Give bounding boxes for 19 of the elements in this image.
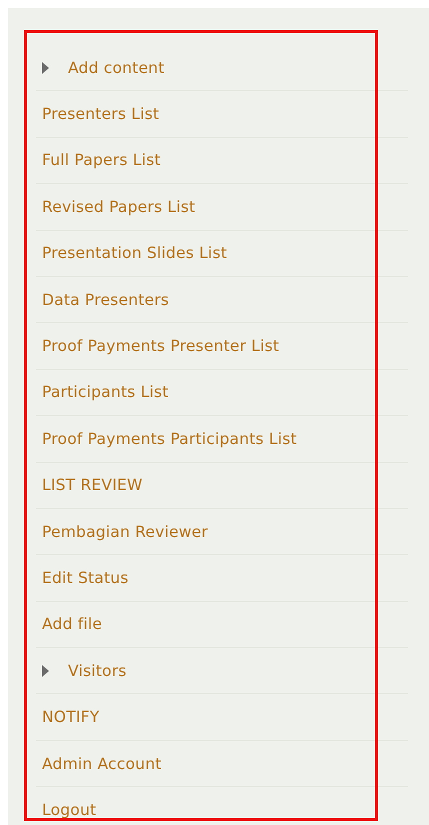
- menu-link[interactable]: Edit Status: [42, 568, 129, 587]
- menu-link[interactable]: NOTIFY: [42, 708, 100, 726]
- menu-link[interactable]: Pembagian Reviewer: [42, 522, 208, 541]
- caret-icon[interactable]: [42, 62, 50, 74]
- menu-link[interactable]: Proof Payments Presenter List: [42, 337, 280, 356]
- menu-link[interactable]: Data Presenters: [42, 290, 170, 309]
- menu-link[interactable]: Presentation Slides List: [42, 244, 227, 262]
- menu-link[interactable]: Participants List: [42, 383, 168, 402]
- menu-link[interactable]: Logout: [42, 800, 96, 819]
- menu-link[interactable]: Proof Payments Participants List: [42, 430, 297, 448]
- menu-link[interactable]: Revised Papers List: [42, 198, 196, 216]
- menu-link[interactable]: Admin Account: [42, 754, 162, 773]
- menu-link[interactable]: Presenters List: [42, 105, 160, 124]
- menu-link[interactable]: Add file: [42, 615, 102, 634]
- menu-link[interactable]: Add content: [68, 58, 164, 77]
- menu-link[interactable]: LIST REVIEW: [42, 476, 142, 494]
- caret-icon[interactable]: [42, 664, 50, 677]
- menu-link[interactable]: Full Papers List: [42, 151, 161, 170]
- menu-link[interactable]: Visitors: [68, 662, 127, 680]
